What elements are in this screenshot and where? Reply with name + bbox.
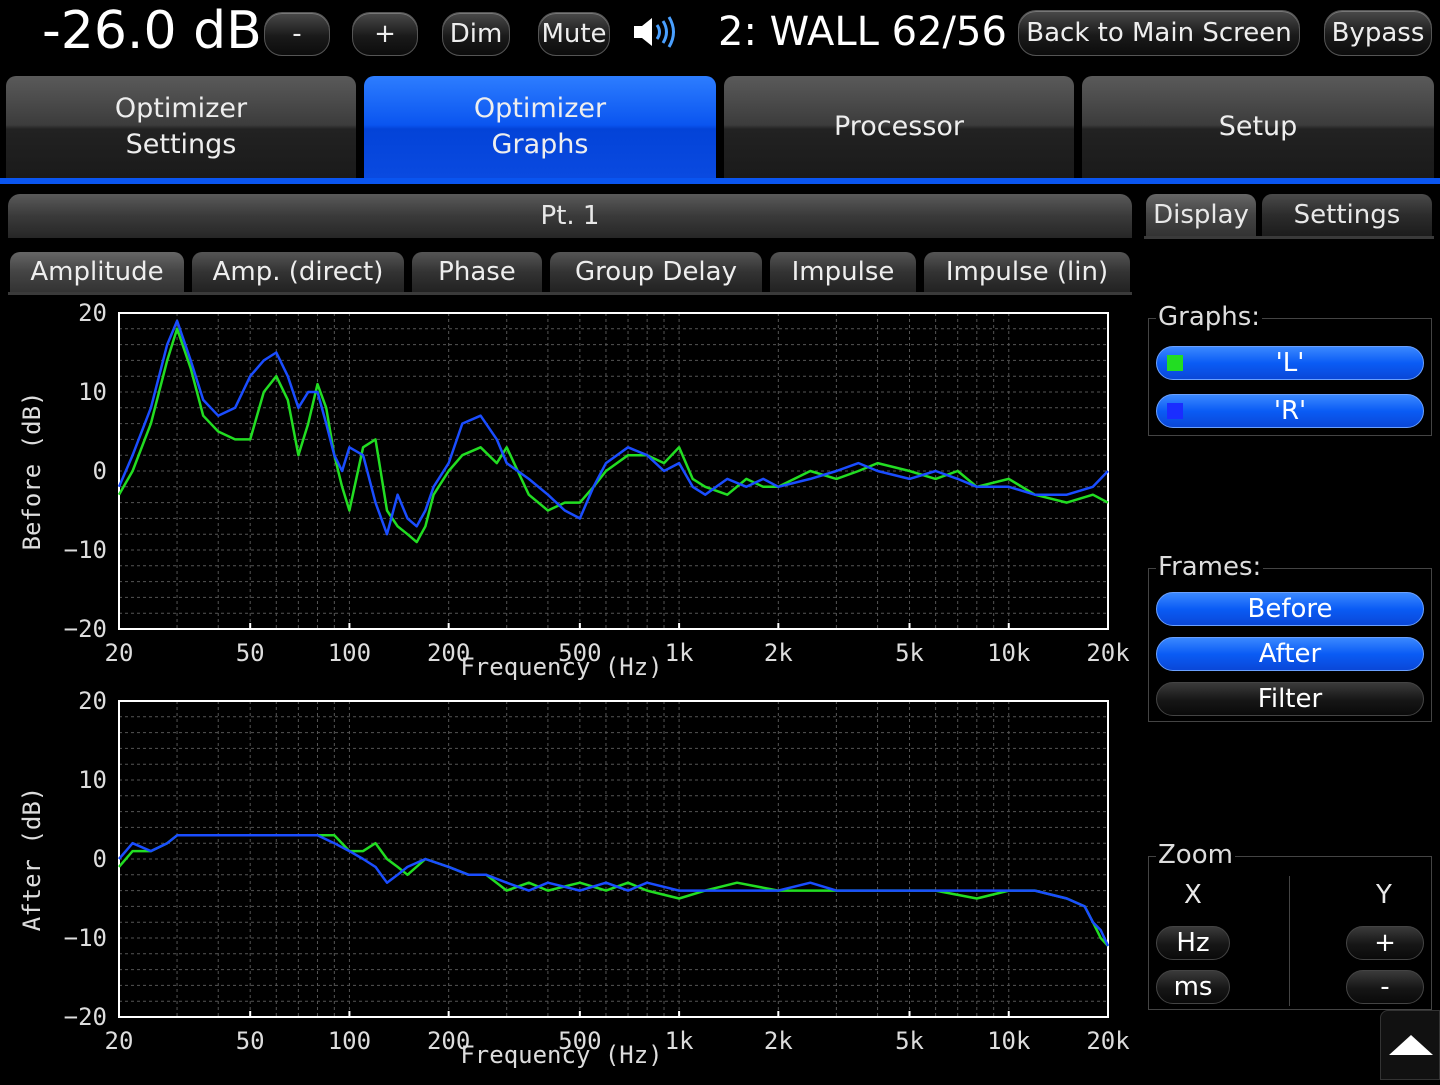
y-tick-label: −10 — [64, 924, 107, 952]
zoom-y-label: Y — [1376, 880, 1392, 910]
x-tick-label: 1k — [665, 639, 694, 667]
y-tick-label: 0 — [93, 845, 107, 873]
tab-optimizer-graphs[interactable]: Optimizer Graphs — [364, 76, 716, 178]
tab-label-line1: Optimizer — [114, 93, 248, 124]
expand-up-button[interactable] — [1380, 1010, 1440, 1080]
x-tick-label: 5k — [895, 639, 924, 667]
tab-optimizer-settings[interactable]: Optimizer Settings — [6, 76, 356, 178]
speaker-icon[interactable] — [630, 12, 686, 52]
tab-label-line1: Optimizer — [473, 93, 607, 124]
preset-name[interactable]: 2: WALL 62/56 — [718, 6, 1007, 58]
frame-filter-button[interactable]: Filter — [1156, 682, 1424, 716]
x-tick-label: 50 — [236, 639, 265, 667]
y-tick-label: −20 — [64, 615, 107, 643]
subtab-amplitude[interactable]: Amplitude — [10, 252, 184, 292]
R-color-swatch — [1167, 403, 1183, 419]
side-tab-settings-label: Settings — [1293, 200, 1401, 230]
zoom-label: Zoom — [1156, 840, 1235, 870]
zoom-divider — [1289, 876, 1290, 1006]
subtab-amp-direct[interactable]: Amp. (direct) — [192, 252, 404, 292]
frame-before-button[interactable]: Before — [1156, 592, 1424, 626]
before-amplitude-chart: 20 50 100 200 500 1k 2k 5k 10k 20k−20−1001020Freq… — [18, 299, 1130, 681]
volume-readout: -26.0 dB — [42, 1, 262, 61]
side-tab-display-label: Display — [1153, 200, 1249, 230]
y-axis-label: After (dB) — [18, 787, 46, 932]
x-tick-label: 5k — [895, 1027, 924, 1055]
x-axis-label: Frequency (Hz) — [460, 653, 662, 681]
graph-R-label: 'R' — [1273, 396, 1307, 426]
y-tick-label: −10 — [64, 536, 107, 564]
subtab-group-delay[interactable]: Group Delay — [550, 252, 762, 292]
graph-L-label: 'L' — [1275, 348, 1305, 378]
x-tick-label: 20 — [105, 1027, 134, 1055]
x-tick-label: 100 — [328, 1027, 371, 1055]
subtab-phase[interactable]: Phase — [412, 252, 542, 292]
y-axis-label: Before (dB) — [18, 392, 46, 551]
back-to-main-button[interactable]: Back to Main Screen — [1018, 10, 1300, 56]
mute-button[interactable]: Mute — [538, 12, 610, 56]
x-tick-label: 10k — [987, 639, 1031, 667]
dim-button[interactable]: Dim — [442, 12, 510, 56]
y-tick-label: 20 — [78, 299, 107, 327]
x-tick-label: 50 — [236, 1027, 265, 1055]
x-tick-label: 20k — [1086, 639, 1130, 667]
zoom-ms-button[interactable]: ms — [1156, 970, 1230, 1004]
side-tab-settings[interactable]: Settings — [1262, 194, 1432, 236]
x-tick-label: 10k — [987, 1027, 1031, 1055]
y-tick-label: 0 — [93, 457, 107, 485]
graph-R-button[interactable]: 'R' — [1156, 394, 1424, 428]
side-tab-display[interactable]: Display — [1146, 194, 1256, 236]
tab-label: Setup — [1218, 111, 1298, 142]
y-tick-label: 10 — [78, 378, 107, 406]
zoom-x-label: X — [1184, 880, 1202, 910]
after-amplitude-chart: 20 50 100 200 500 1k 2k 5k 10k 20k−20−1001020Freq… — [18, 687, 1130, 1069]
L-color-swatch — [1167, 355, 1183, 371]
tab-underline — [0, 178, 1440, 184]
tab-label-line2: Settings — [125, 129, 237, 160]
frames-label: Frames: — [1156, 552, 1264, 582]
subtab-impulse-lin[interactable]: Impulse (lin) — [924, 252, 1130, 292]
bypass-button[interactable]: Bypass — [1324, 10, 1432, 56]
zoom-y-plus-button[interactable]: + — [1346, 926, 1424, 960]
subtab-impulse[interactable]: Impulse — [770, 252, 916, 292]
x-tick-label: 2k — [764, 1027, 793, 1055]
x-axis-label: Frequency (Hz) — [460, 1041, 662, 1069]
tab-label-line2: Graphs — [491, 129, 589, 160]
graphs-label: Graphs: — [1156, 302, 1263, 332]
x-tick-label: 1k — [665, 1027, 694, 1055]
side-tab-underline — [1144, 236, 1434, 239]
frame-after-button[interactable]: After — [1156, 637, 1424, 671]
arrow-up-icon — [1389, 1035, 1433, 1055]
x-tick-label: 2k — [764, 639, 793, 667]
volume-down-button[interactable]: - — [264, 12, 330, 56]
point-title: Pt. 1 — [540, 201, 600, 231]
y-tick-label: −20 — [64, 1003, 107, 1031]
x-tick-label: 20k — [1086, 1027, 1130, 1055]
tab-processor[interactable]: Processor — [724, 76, 1074, 178]
zoom-hz-button[interactable]: Hz — [1156, 926, 1230, 960]
x-tick-label: 100 — [328, 639, 371, 667]
graph-L-button[interactable]: 'L' — [1156, 346, 1424, 380]
y-tick-label: 10 — [78, 766, 107, 794]
tab-label: Processor — [833, 111, 965, 142]
subtab-divider — [8, 292, 1132, 295]
volume-up-button[interactable]: + — [352, 12, 418, 56]
point-title-bar: Pt. 1 — [8, 194, 1132, 238]
tab-setup[interactable]: Setup — [1082, 76, 1434, 178]
x-tick-label: 20 — [105, 639, 134, 667]
zoom-y-minus-button[interactable]: - — [1346, 970, 1424, 1004]
y-tick-label: 20 — [78, 687, 107, 715]
